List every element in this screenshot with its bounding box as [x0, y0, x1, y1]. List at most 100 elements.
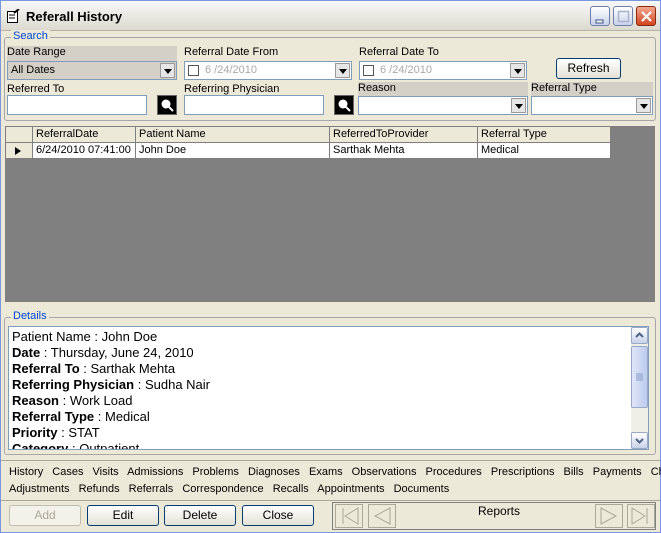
minimize-icon — [595, 19, 604, 24]
scroll-down-button[interactable] — [631, 432, 648, 449]
column-header-referral-date[interactable]: ReferralDate — [33, 127, 136, 143]
chevron-down-icon — [635, 438, 644, 444]
chevron-down-icon[interactable] — [510, 63, 525, 78]
next-record-button[interactable] — [595, 504, 623, 528]
nav-link-documents[interactable]: Documents — [394, 483, 450, 495]
detail-date: Date : Thursday, June 24, 2010 — [12, 345, 194, 360]
referred-to-label: Referred To — [7, 83, 65, 95]
nav-link-referrals[interactable]: Referrals — [129, 483, 174, 495]
referred-to-field[interactable] — [7, 95, 147, 115]
detail-reason: Reason : Work Load — [12, 393, 133, 408]
referral-grid[interactable]: ReferralDate Patient Name ReferredToProv… — [5, 126, 655, 302]
search-legend: Search — [11, 30, 50, 42]
detail-referring-physician: Referring Physician : Sudha Nair — [12, 377, 210, 392]
referral-date-from-picker[interactable]: 6 /24/2010 — [184, 61, 352, 80]
window-title: Referall History — [26, 9, 123, 24]
nav-link-diagnoses[interactable]: Diagnoses — [248, 466, 300, 478]
form-icon — [7, 9, 20, 23]
referred-to-lookup-button[interactable] — [157, 95, 177, 115]
nav-link-procedures[interactable]: Procedures — [426, 466, 482, 478]
nav-link-correspondence[interactable]: Correspondence — [182, 483, 263, 495]
next-record-icon — [600, 507, 618, 525]
referral-history-window: Referall History Search Date Range All D… — [0, 0, 661, 533]
nav-link-appointments[interactable]: Appointments — [317, 483, 384, 495]
date-from-checkbox[interactable] — [188, 65, 199, 76]
nav-link-bills[interactable]: Bills — [564, 466, 584, 478]
scroll-up-button[interactable] — [631, 327, 648, 344]
column-header-referral-type[interactable]: Referral Type — [478, 127, 611, 143]
detail-patient-name: Patient Name : John Doe — [12, 329, 158, 344]
date-range-label: Date Range — [7, 46, 177, 61]
magnifier-icon — [161, 99, 174, 112]
first-record-button[interactable] — [335, 504, 363, 528]
referral-type-select[interactable] — [531, 96, 653, 115]
details-text-area[interactable]: Patient Name : John Doe Date : Thursday,… — [8, 326, 649, 450]
cell-referral-type[interactable]: Medical — [478, 143, 611, 159]
date-range-select[interactable]: All Dates — [7, 61, 177, 80]
detail-priority: Priority : STAT — [12, 425, 100, 440]
nav-links-row-2: Adjustments Refunds Referrals Correspond… — [9, 483, 455, 495]
date-range-value: All Dates — [11, 64, 56, 76]
referring-physician-label: Referring Physician — [184, 83, 280, 95]
date-to-checkbox[interactable] — [363, 65, 374, 76]
last-record-button[interactable] — [627, 504, 655, 528]
current-row-arrow-icon — [15, 147, 21, 155]
cell-referral-date[interactable]: 6/24/2010 07:41:00 — [33, 143, 136, 159]
first-record-icon — [342, 507, 359, 525]
cell-referred-to-provider[interactable]: Sarthak Mehta — [330, 143, 478, 159]
referral-type-label: Referral Type — [531, 82, 653, 96]
reason-select[interactable] — [358, 96, 528, 115]
nav-link-problems[interactable]: Problems — [192, 466, 238, 478]
add-button[interactable]: Add — [9, 505, 81, 526]
chevron-down-icon[interactable] — [335, 63, 350, 78]
nav-link-admissions[interactable]: Admissions — [127, 466, 183, 478]
nav-link-history[interactable]: History — [9, 466, 43, 478]
column-header-patient-name[interactable]: Patient Name — [136, 127, 330, 143]
nav-link-recalls[interactable]: Recalls — [273, 483, 309, 495]
title-bar[interactable]: Referall History — [1, 1, 660, 31]
nav-link-adjustments[interactable]: Adjustments — [9, 483, 70, 495]
referral-date-from-label: Referral Date From — [184, 46, 279, 58]
referral-date-to-label: Referral Date To — [359, 46, 439, 58]
close-button[interactable]: Close — [242, 505, 314, 526]
delete-button[interactable]: Delete — [164, 505, 236, 526]
grip-icon — [636, 373, 643, 381]
chevron-up-icon — [635, 332, 644, 338]
column-header-referred-to-provider[interactable]: ReferredToProvider — [330, 127, 478, 143]
close-window-button[interactable] — [636, 6, 656, 26]
nav-link-payments[interactable]: Payments — [593, 466, 642, 478]
detail-referral-to: Referral To : Sarthak Mehta — [12, 361, 176, 376]
referring-physician-lookup-button[interactable] — [334, 95, 354, 115]
date-to-value: 6 /24/2010 — [380, 64, 432, 76]
edit-button[interactable]: Edit — [87, 505, 159, 526]
refresh-button[interactable]: Refresh — [556, 58, 621, 79]
maximize-button[interactable] — [613, 6, 633, 26]
close-icon — [641, 11, 652, 22]
row-selector[interactable] — [6, 143, 33, 159]
nav-link-refunds[interactable]: Refunds — [79, 483, 120, 495]
nav-link-cases[interactable]: Cases — [52, 466, 83, 478]
table-row[interactable]: 6/24/2010 07:41:00 John Doe Sarthak Meht… — [6, 143, 611, 159]
nav-link-prescriptions[interactable]: Prescriptions — [491, 466, 555, 478]
nav-link-observations[interactable]: Observations — [352, 466, 417, 478]
chevron-down-icon[interactable] — [160, 63, 175, 78]
nav-link-charges[interactable]: Charges — [651, 466, 661, 478]
details-scrollbar[interactable] — [631, 327, 648, 449]
scroll-thumb[interactable] — [631, 346, 648, 408]
date-from-value: 6 /24/2010 — [205, 64, 257, 76]
minimize-button[interactable] — [590, 6, 610, 26]
referring-physician-field[interactable] — [184, 95, 324, 115]
nav-link-exams[interactable]: Exams — [309, 466, 343, 478]
detail-category: Category : Outpatient — [12, 441, 140, 450]
referral-date-to-picker[interactable]: 6 /24/2010 — [359, 61, 527, 80]
chevron-down-icon[interactable] — [511, 98, 526, 113]
nav-link-visits[interactable]: Visits — [93, 466, 119, 478]
last-record-icon — [631, 507, 648, 525]
magnifier-icon — [338, 99, 351, 112]
chevron-down-icon[interactable] — [636, 98, 651, 113]
previous-record-button[interactable] — [368, 504, 396, 528]
reports-label[interactable]: Reports — [478, 504, 520, 518]
details-legend: Details — [11, 310, 49, 322]
cell-patient-name[interactable]: John Doe — [136, 143, 330, 159]
nav-links-row-1: History Cases Visits Admissions Problems… — [9, 466, 661, 478]
